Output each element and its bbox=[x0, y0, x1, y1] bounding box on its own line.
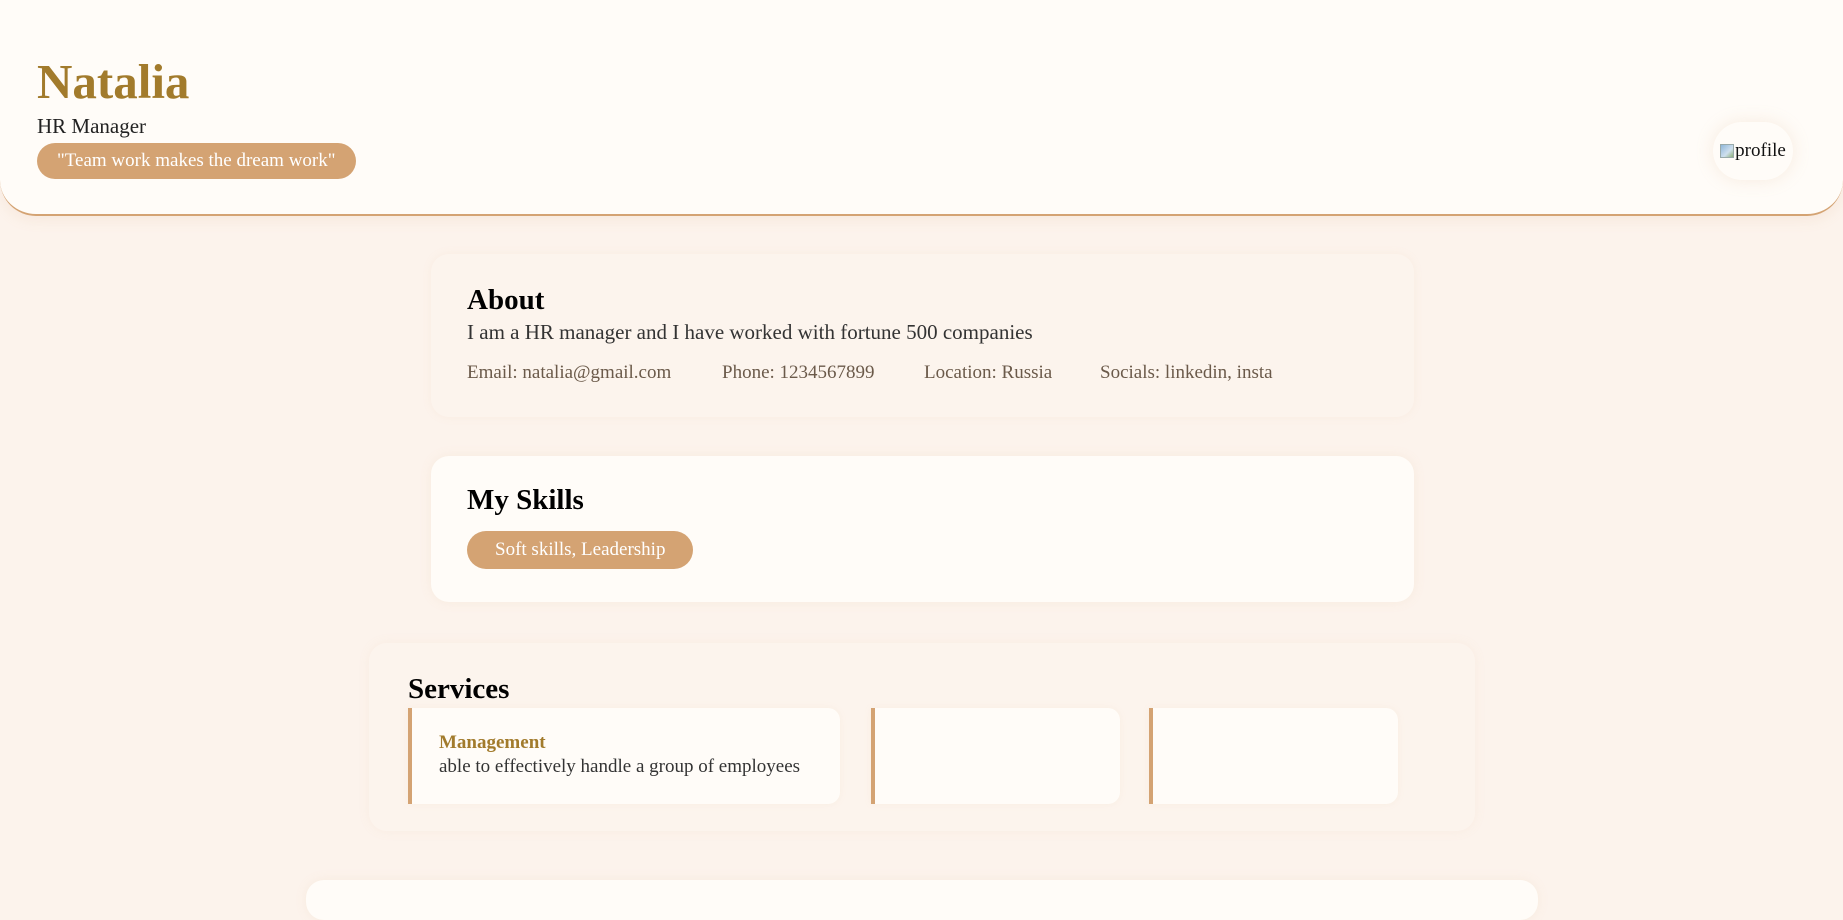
contact-socials: Socials: linkedin, insta bbox=[1100, 362, 1273, 383]
service-description: able to effectively handle a group of em… bbox=[439, 756, 801, 777]
profile-name: Natalia bbox=[37, 54, 190, 109]
next-section-card bbox=[306, 880, 1538, 920]
service-card-empty bbox=[1149, 708, 1398, 804]
about-text: I am a HR manager and I have worked with… bbox=[467, 320, 1033, 344]
service-card-empty bbox=[871, 708, 1120, 804]
service-card-management: Management able to effectively handle a … bbox=[408, 708, 840, 804]
contact-phone: Phone: 1234567899 bbox=[722, 362, 875, 383]
services-title: Services bbox=[408, 673, 510, 705]
profile-image-alt: profile bbox=[1735, 140, 1786, 161]
profile-header: Natalia HR Manager "Team work makes the … bbox=[0, 0, 1843, 216]
services-card: Services Management able to effectively … bbox=[369, 643, 1475, 831]
skills-title: My Skills bbox=[467, 484, 584, 516]
profile-quote-badge: "Team work makes the dream work" bbox=[37, 143, 356, 179]
about-card: About I am a HR manager and I have worke… bbox=[431, 254, 1414, 417]
skill-badge: Soft skills, Leadership bbox=[467, 531, 694, 569]
broken-image-icon bbox=[1720, 144, 1735, 158]
skills-card: My Skills Soft skills, Leadership bbox=[431, 456, 1414, 602]
contact-email: Email: natalia@gmail.com bbox=[467, 362, 672, 383]
profile-role: HR Manager bbox=[37, 114, 147, 138]
profile-image: profile bbox=[1713, 122, 1793, 180]
about-title: About bbox=[467, 284, 545, 316]
service-name: Management bbox=[439, 732, 546, 753]
contact-location: Location: Russia bbox=[924, 362, 1053, 383]
